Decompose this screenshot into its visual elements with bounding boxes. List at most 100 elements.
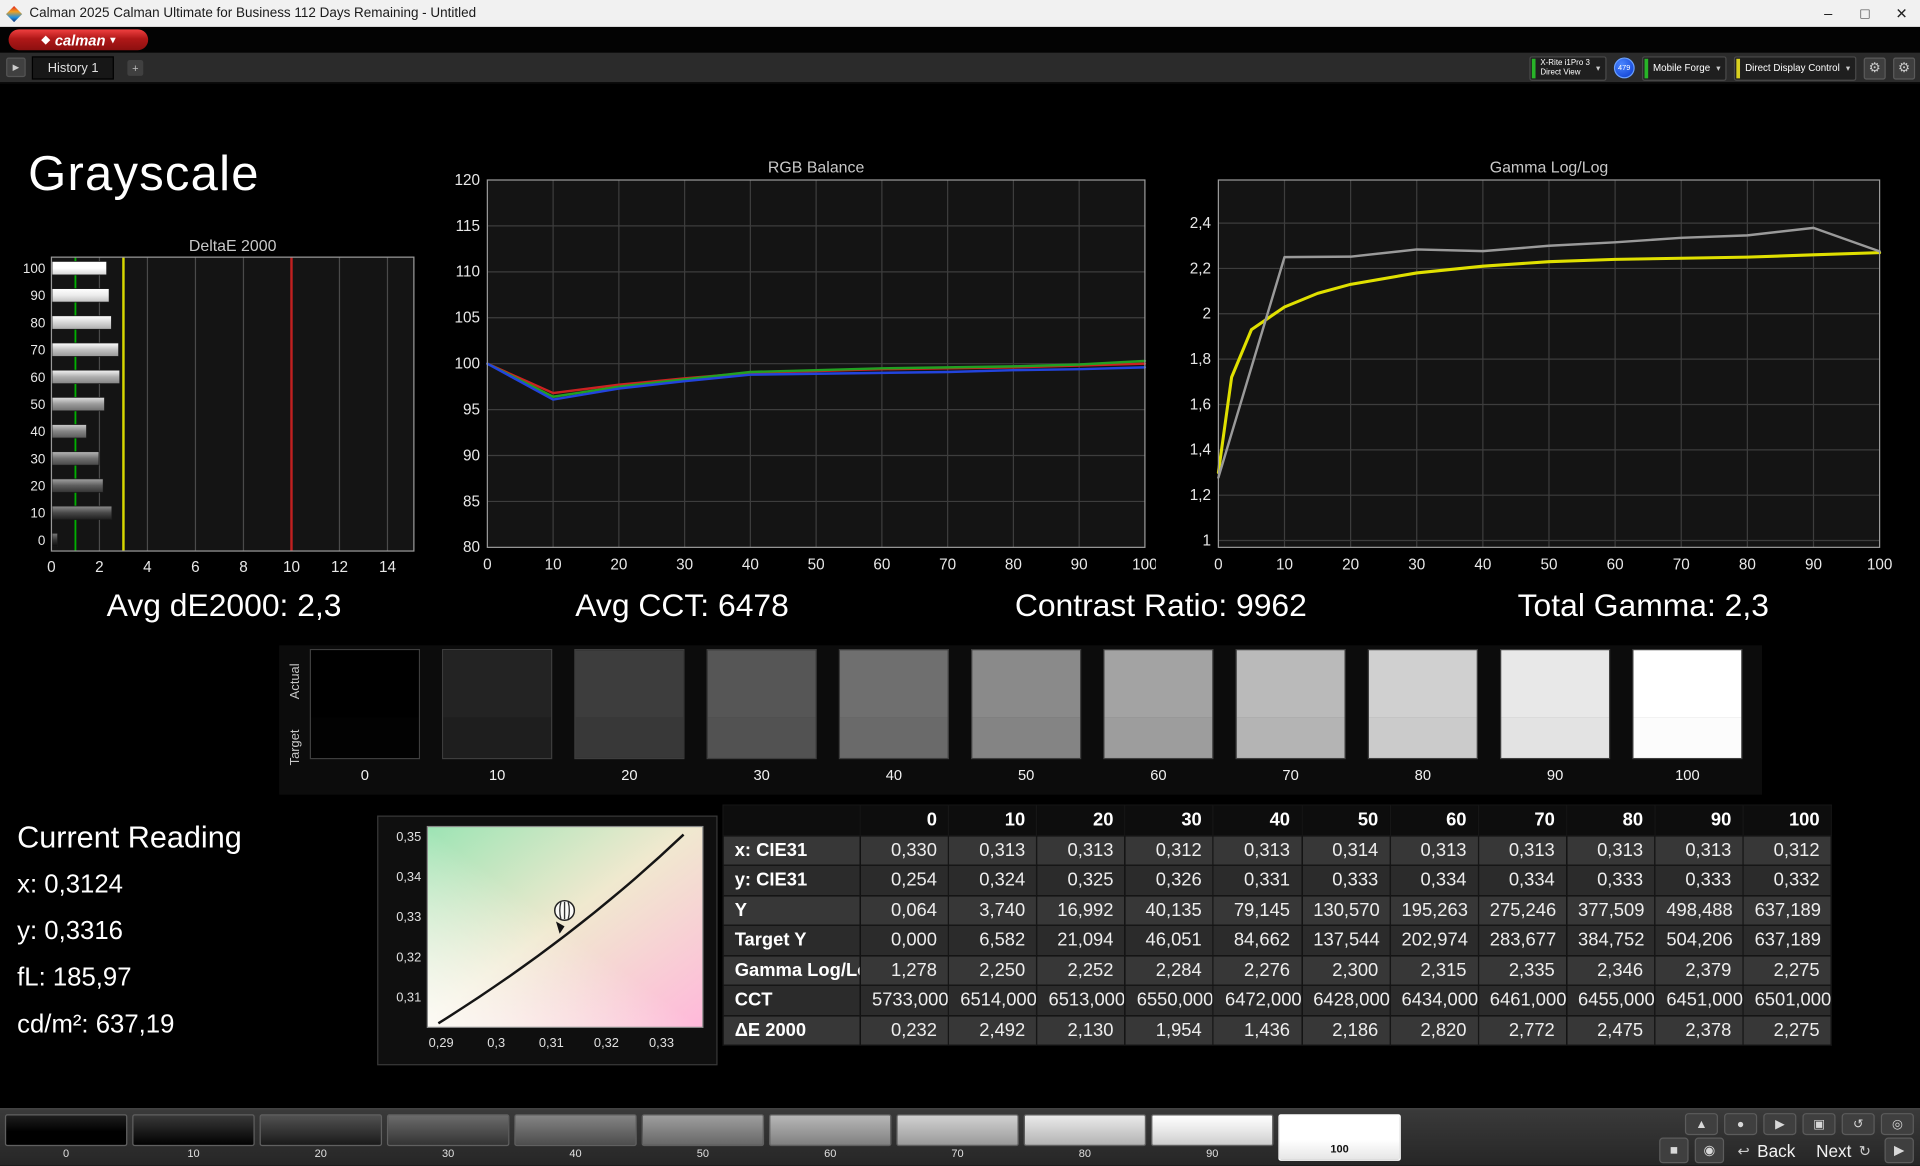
tick-label: 120 bbox=[454, 173, 480, 189]
patch-button-50[interactable]: 50 bbox=[642, 1114, 764, 1159]
eject-icon[interactable]: ▲ bbox=[1685, 1113, 1718, 1135]
tick-label: 0,33 bbox=[396, 909, 421, 924]
back-button[interactable]: ↩ Back bbox=[1730, 1138, 1802, 1164]
workflow-settings-gear-icon[interactable]: ⚙ bbox=[1893, 57, 1915, 79]
meter-status-badge[interactable]: 479 bbox=[1614, 58, 1635, 79]
table-cell: 2,335 bbox=[1478, 955, 1566, 985]
tick-label: 6 bbox=[191, 559, 200, 576]
table-row-label: y: CIE31 bbox=[723, 865, 860, 895]
tick-label: 20 bbox=[30, 479, 45, 494]
record-icon[interactable]: ● bbox=[1724, 1113, 1757, 1135]
window-controls: – □ ✕ bbox=[1810, 0, 1920, 27]
table-cell: 0,313 bbox=[1655, 835, 1743, 865]
swatch-level-label: 80 bbox=[1369, 767, 1477, 784]
table-cell: 5733,000 bbox=[860, 985, 948, 1015]
power-icon[interactable]: ◎ bbox=[1881, 1113, 1914, 1135]
patch-button-90[interactable]: 90 bbox=[1151, 1114, 1273, 1159]
patch-button-60[interactable]: 60 bbox=[769, 1114, 891, 1159]
meter-selector[interactable]: X-Rite i1Pro 3 Direct View ▾ bbox=[1529, 56, 1606, 80]
meter-name: X-Rite i1Pro 3 bbox=[1540, 58, 1590, 68]
display-control-label: Direct Display Control bbox=[1745, 62, 1840, 73]
patch-label: 30 bbox=[387, 1147, 509, 1159]
grayscale-swatch-strip: Actual Target 0102030405060708090100 bbox=[279, 645, 1762, 794]
patch-button-70[interactable]: 70 bbox=[896, 1114, 1018, 1159]
table-cell: 202,974 bbox=[1390, 925, 1478, 955]
table-corner-cell bbox=[723, 805, 860, 835]
table-row-label: x: CIE31 bbox=[723, 835, 860, 865]
deltae-bar-0 bbox=[52, 533, 58, 546]
swatch-level-label: 90 bbox=[1501, 767, 1609, 784]
pattern-source-selector[interactable]: Mobile Forge ▾ bbox=[1642, 56, 1727, 80]
tick-label: 80 bbox=[30, 315, 45, 330]
tick-label: 0,32 bbox=[594, 1035, 619, 1050]
table-cell: 0,312 bbox=[1125, 835, 1213, 865]
maximize-button[interactable]: □ bbox=[1847, 0, 1884, 27]
table-cell: 2,378 bbox=[1655, 1015, 1743, 1045]
table-cell: 1,954 bbox=[1125, 1015, 1213, 1045]
table-row: Target Y0,0006,58221,09446,05184,662137,… bbox=[723, 925, 1831, 955]
save-icon[interactable]: ▣ bbox=[1802, 1113, 1835, 1135]
swatch-level-label: 100 bbox=[1633, 767, 1741, 784]
target-patch bbox=[1104, 717, 1212, 758]
calman-logo-button[interactable]: ◆ calman ▾ bbox=[9, 29, 149, 50]
table-col-header: 60 bbox=[1390, 805, 1478, 835]
grayscale-swatch-70: 70 bbox=[1236, 649, 1346, 759]
stop-button[interactable]: ■ bbox=[1659, 1138, 1688, 1164]
transport-controls: ▲ ● ▶ ▣ ↺ ◎ bbox=[1685, 1113, 1914, 1135]
patch-button-10[interactable]: 10 bbox=[132, 1114, 254, 1159]
patch-button-0[interactable]: 0 bbox=[5, 1114, 127, 1159]
navigation-controls: ■ ◉ ↩ Back Next ↻ ▶ bbox=[1659, 1138, 1914, 1164]
tick-label: 30 bbox=[676, 556, 693, 573]
add-tab-button[interactable]: + bbox=[127, 60, 143, 76]
table-cell: 2,300 bbox=[1302, 955, 1390, 985]
chevron-down-icon: ▾ bbox=[110, 34, 115, 45]
swatch-level-label: 60 bbox=[1104, 767, 1212, 784]
refresh-icon[interactable]: ↺ bbox=[1842, 1113, 1875, 1135]
patch-swatch bbox=[769, 1114, 891, 1146]
next-button[interactable]: Next ↻ bbox=[1809, 1138, 1879, 1164]
swatch-level-label: 50 bbox=[972, 767, 1080, 784]
close-button[interactable]: ✕ bbox=[1883, 0, 1920, 27]
advance-patch-button[interactable]: ▶ bbox=[1885, 1138, 1914, 1164]
table-row: x: CIE310,3300,3130,3130,3120,3130,3140,… bbox=[723, 835, 1831, 865]
patch-button-100[interactable]: 100 bbox=[1278, 1114, 1400, 1154]
pattern-source-label: Mobile Forge bbox=[1653, 62, 1710, 73]
display-control-selector[interactable]: Direct Display Control ▾ bbox=[1734, 56, 1856, 80]
minimize-button[interactable]: – bbox=[1810, 0, 1847, 27]
table-cell: 6472,000 bbox=[1213, 985, 1301, 1015]
tick-label: 2 bbox=[95, 559, 104, 576]
tick-label: 90 bbox=[1071, 556, 1088, 573]
actual-patch bbox=[1369, 650, 1477, 717]
table-cell: 0,334 bbox=[1478, 865, 1566, 895]
grayscale-swatch-0: 0 bbox=[310, 649, 420, 759]
swatch-level-label: 70 bbox=[1237, 767, 1345, 784]
meter-mode: Direct View bbox=[1540, 68, 1590, 78]
tick-label: 90 bbox=[463, 447, 480, 464]
table-row-label: Gamma Log/Log bbox=[723, 955, 860, 985]
stat-contrast-ratio: Contrast Ratio: 9962 bbox=[1015, 587, 1307, 625]
patch-label: 50 bbox=[642, 1147, 764, 1159]
tick-label: 10 bbox=[30, 506, 45, 521]
patch-button-80[interactable]: 80 bbox=[1024, 1114, 1146, 1159]
actual-patch bbox=[1501, 650, 1609, 717]
patch-button-40[interactable]: 40 bbox=[514, 1114, 636, 1159]
tab-history-1[interactable]: History 1 bbox=[32, 56, 115, 79]
deltae-bar-60 bbox=[52, 370, 120, 383]
vortex-button[interactable]: ◉ bbox=[1695, 1138, 1724, 1164]
patch-button-20[interactable]: 20 bbox=[260, 1114, 382, 1159]
table-col-header: 20 bbox=[1037, 805, 1125, 835]
tick-label: 100 bbox=[1132, 556, 1156, 573]
patch-label: 10 bbox=[132, 1147, 254, 1159]
patch-button-30[interactable]: 30 bbox=[387, 1114, 509, 1159]
play-icon[interactable]: ▶ bbox=[1763, 1113, 1796, 1135]
history-expand-button[interactable]: ▶ bbox=[6, 58, 26, 78]
tick-label: 0 bbox=[38, 533, 45, 548]
table-cell: 46,051 bbox=[1125, 925, 1213, 955]
table-cell: 0,313 bbox=[1213, 835, 1301, 865]
settings-gear-icon[interactable]: ⚙ bbox=[1864, 57, 1886, 79]
table-cell: 0,330 bbox=[860, 835, 948, 865]
patch-swatch bbox=[132, 1114, 254, 1146]
patch-label: 60 bbox=[769, 1147, 891, 1159]
table-cell: 6513,000 bbox=[1037, 985, 1125, 1015]
stat-avg-de2000: Avg dE2000: 2,3 bbox=[107, 587, 342, 625]
